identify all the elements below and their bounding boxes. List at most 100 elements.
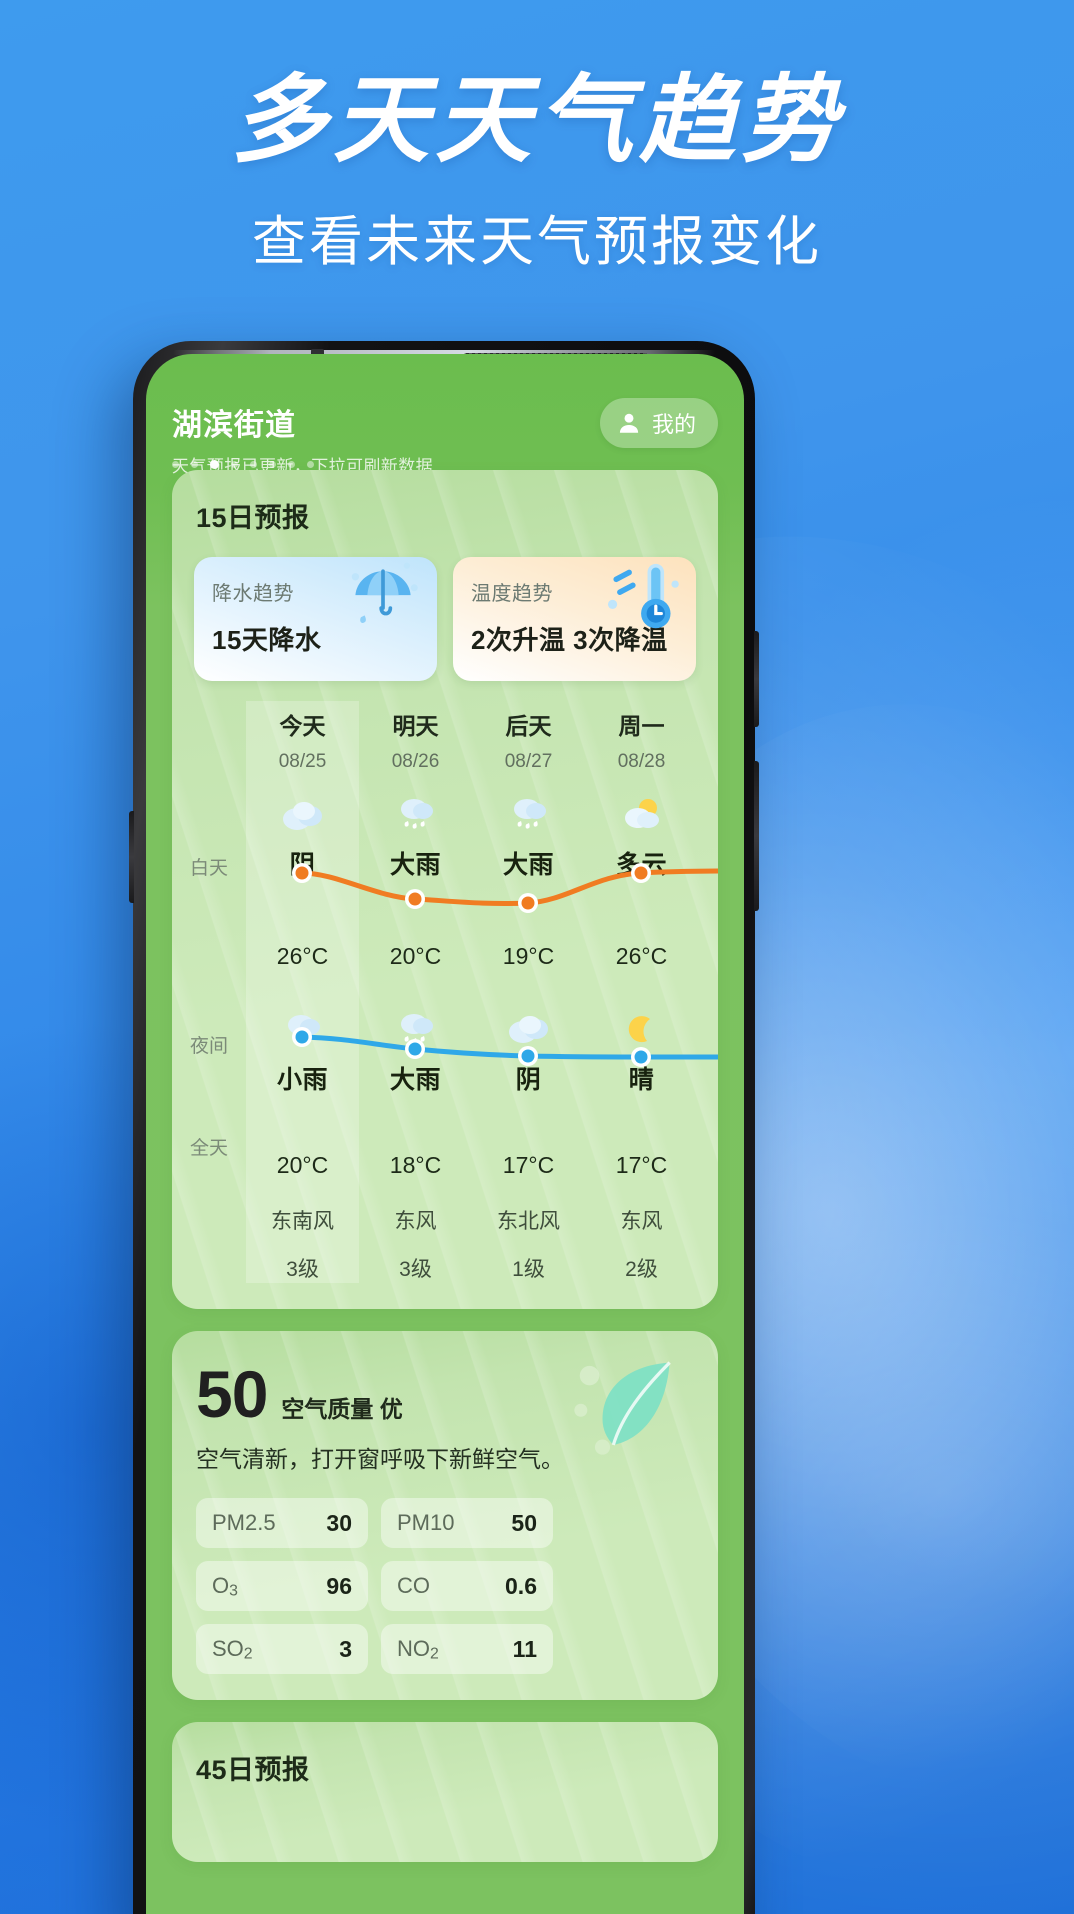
column-date: 08/27 bbox=[504, 751, 553, 772]
air-quality-card[interactable]: 50 空气质量 优 空气清新，打开窗呼吸下新鲜空气。 PM2.5 30 PM10 bbox=[172, 1331, 718, 1701]
heavy-rain-icon bbox=[359, 789, 472, 841]
pollutant-value: 3 bbox=[339, 1635, 352, 1662]
pollutant-value: 0.6 bbox=[505, 1572, 537, 1599]
leaf-icon bbox=[574, 1361, 671, 1455]
pollutant-chips: PM2.5 30 PM10 50 O3 96 CO 0.6 SO2 3 NO2 … bbox=[172, 1474, 718, 1700]
umbrella-rain-icon bbox=[351, 562, 418, 623]
wind-direction: 东南风 bbox=[271, 1210, 334, 1233]
column-dayname: 后天 bbox=[505, 713, 552, 739]
forecast-column[interactable]: 周 08 27 bbox=[698, 701, 718, 1283]
volume-button[interactable] bbox=[754, 631, 759, 727]
forecast-column[interactable]: 明天 08/26 大雨 20°C 大雨 18°C 东风 3级 bbox=[359, 701, 472, 1283]
wind-level: 2级 bbox=[625, 1258, 658, 1281]
partly-cloudy-icon bbox=[698, 789, 718, 841]
pollutant-key: NO2 bbox=[397, 1635, 439, 1663]
pollutant-key: PM10 bbox=[397, 1510, 455, 1536]
page-dot-active[interactable] bbox=[210, 460, 219, 469]
pollutant-key: SO2 bbox=[212, 1635, 253, 1663]
page-dot[interactable] bbox=[269, 461, 276, 468]
power-button[interactable] bbox=[754, 761, 759, 911]
day-temperature: 26°C bbox=[615, 943, 668, 969]
pollutant-value: 50 bbox=[511, 1509, 537, 1536]
column-dayname: 今天 bbox=[279, 713, 326, 739]
column-dayname: 周一 bbox=[618, 713, 665, 739]
night-condition: 晴 bbox=[628, 1066, 655, 1094]
page-dot[interactable] bbox=[191, 461, 198, 468]
column-date: 08/26 bbox=[391, 751, 440, 772]
forecast-columns[interactable]: 今天 08/25 阴 26°C 小雨 20°C 东南风 3级 明天 08/26 … bbox=[246, 701, 718, 1283]
night-temperature: 17°C bbox=[502, 1152, 555, 1178]
column-dayname: 明天 bbox=[392, 713, 439, 739]
side-button-left[interactable] bbox=[129, 811, 134, 903]
clear-night-icon bbox=[698, 968, 718, 1020]
day-temperature: 20°C bbox=[389, 943, 442, 969]
precipitation-trend-tile[interactable]: 降水趋势 15天降水 bbox=[194, 557, 437, 681]
day-temperature: 26°C bbox=[276, 943, 329, 969]
temperature-trend-tile[interactable]: 温度趋势 2次升温 3次降温 bbox=[453, 557, 696, 681]
forecast-column[interactable]: 后天 08/27 大雨 19°C 阴 17°C 东北风 1级 bbox=[472, 701, 585, 1283]
wind-direction: 东风 bbox=[394, 1210, 437, 1233]
forecast-grid[interactable]: 白天 夜间 全天 今天 08/25 阴 26°C 小雨 20°C 东南风 3级 … bbox=[172, 701, 718, 1283]
phone-mockup: 湖滨街道 天气预报已更新，下拉可刷新数据 我的 15日预报 降水趋势 15天降水… bbox=[129, 341, 759, 1914]
wind-level: 3 bbox=[698, 1181, 718, 1205]
promo-background: 多天天气趋势 查看未来天气预报变化 湖滨街道 天气预报已更新，下拉可刷新数据 我… bbox=[0, 0, 1074, 1914]
day-condition: 多云 bbox=[615, 851, 667, 879]
page-dot[interactable] bbox=[250, 461, 257, 468]
pollutant-chip[interactable]: PM2.5 30 bbox=[196, 1498, 368, 1549]
forecast-column[interactable]: 今天 08/25 阴 26°C 小雨 20°C 东南风 3级 bbox=[246, 701, 359, 1283]
trend-tiles-row: 降水趋势 15天降水 温度趋势 2次升温 3次降温 bbox=[172, 535, 718, 681]
pollutant-chip[interactable]: PM10 50 bbox=[381, 1498, 553, 1549]
forecast-15day-card[interactable]: 15日预报 降水趋势 15天降水 温度趋势 2次升温 3次降温 白天 夜间 全天… bbox=[172, 470, 718, 1309]
app-scroll-area[interactable]: 15日预报 降水趋势 15天降水 温度趋势 2次升温 3次降温 白天 夜间 全天… bbox=[146, 470, 744, 1863]
person-icon bbox=[619, 413, 639, 433]
my-profile-button[interactable]: 我的 bbox=[599, 398, 718, 448]
forecast-row-labels: 白天 夜间 全天 bbox=[172, 701, 246, 1283]
pollutant-key: CO bbox=[397, 1573, 430, 1599]
pollutant-chip[interactable]: O3 96 bbox=[196, 1561, 368, 1612]
pollutant-key: PM2.5 bbox=[212, 1510, 276, 1536]
night-temperature: 17 bbox=[698, 1080, 718, 1107]
page-dot[interactable] bbox=[172, 461, 179, 468]
clear-night-icon bbox=[585, 1004, 698, 1056]
night-temperature: 20°C bbox=[276, 1152, 329, 1178]
my-profile-label: 我的 bbox=[651, 412, 696, 437]
promo-subheadline: 查看未来天气预报变化 bbox=[252, 211, 822, 272]
cloudy-icon bbox=[246, 789, 359, 841]
promo-headline: 多天天气趋势 bbox=[231, 63, 843, 176]
heavy-rain-icon bbox=[472, 789, 585, 841]
day-temperature: 19°C bbox=[502, 943, 555, 969]
pollutant-value: 30 bbox=[326, 1509, 352, 1536]
pollutant-chip[interactable]: NO2 11 bbox=[381, 1624, 553, 1675]
air-quality-label: 空气质量 优 bbox=[281, 1396, 403, 1422]
day-condition: 阴 bbox=[289, 851, 316, 879]
day-condition: 大雨 bbox=[502, 851, 554, 879]
page-dot[interactable] bbox=[307, 461, 314, 468]
night-condition: 阴 bbox=[515, 1066, 542, 1094]
wind-direction: 东风 bbox=[620, 1210, 663, 1233]
wind-level: 3级 bbox=[286, 1258, 319, 1281]
pollutant-value: 96 bbox=[326, 1572, 352, 1599]
phone-screen: 湖滨街道 天气预报已更新，下拉可刷新数据 我的 15日预报 降水趋势 15天降水… bbox=[146, 354, 744, 1914]
wind-direction: 东北风 bbox=[497, 1210, 560, 1233]
pollutant-chip[interactable]: SO2 3 bbox=[196, 1624, 368, 1675]
page-indicator-dots bbox=[172, 460, 314, 469]
column-dayname: 周 bbox=[698, 701, 718, 741]
thermometer-icon bbox=[607, 563, 679, 629]
day-temperature: 27 bbox=[698, 907, 718, 934]
row-label-night: 夜间 bbox=[190, 1036, 229, 1057]
pollutant-key: O3 bbox=[212, 1572, 238, 1600]
page-dot[interactable] bbox=[288, 461, 295, 468]
page-dot[interactable] bbox=[231, 461, 238, 468]
pollutant-value: 11 bbox=[512, 1635, 537, 1662]
wind-level: 1级 bbox=[512, 1258, 545, 1281]
forecast-column[interactable]: 周一 08/28 多云 26°C 晴 17°C 东风 2级 bbox=[585, 701, 698, 1283]
forecast-15day-title: 15日预报 bbox=[196, 503, 310, 533]
column-date: 08 bbox=[698, 751, 718, 773]
cloudy-icon bbox=[472, 1004, 585, 1056]
forecast-45day-card[interactable]: 45日预报 bbox=[172, 1722, 718, 1863]
app-header: 湖滨街道 天气预报已更新，下拉可刷新数据 我的 bbox=[146, 354, 744, 476]
pollutant-chip[interactable]: CO 0.6 bbox=[381, 1561, 553, 1612]
night-condition: 大雨 bbox=[389, 1066, 441, 1094]
forecast-45day-title: 45日预报 bbox=[196, 1755, 310, 1786]
wind-direction: 东 bbox=[698, 1133, 718, 1163]
